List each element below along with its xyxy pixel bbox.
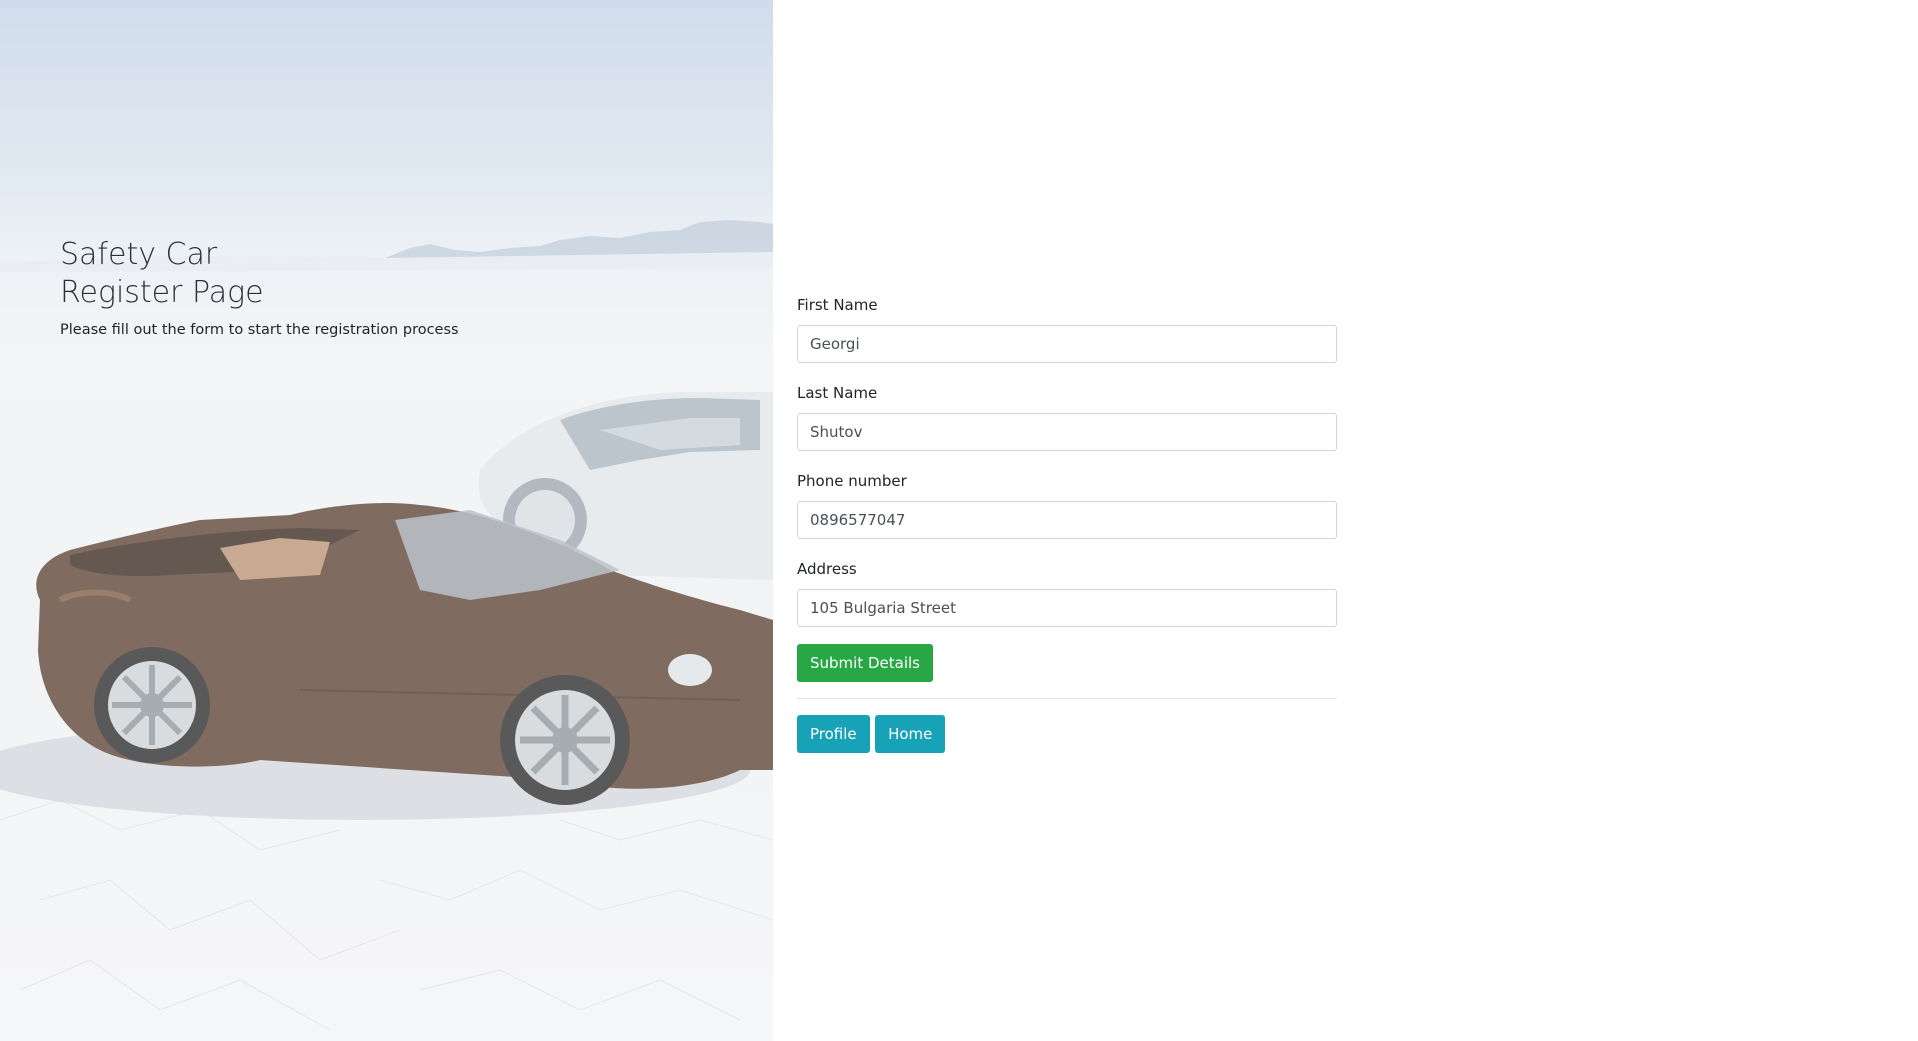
nav-buttons: Profile Home	[797, 715, 1337, 753]
last-name-label: Last Name	[797, 384, 878, 402]
form-divider	[797, 698, 1337, 699]
hero-text: Safety Car Register Page Please fill out…	[60, 236, 459, 340]
first-name-group: First Name	[797, 295, 1337, 363]
title-line-2: Register Page	[60, 275, 264, 310]
submit-row: Submit Details	[797, 644, 1337, 682]
submit-details-button[interactable]: Submit Details	[797, 644, 933, 682]
register-page: Safety Car Register Page Please fill out…	[0, 0, 1918, 1041]
title-line-1: Safety Car	[60, 237, 218, 272]
last-name-group: Last Name	[797, 383, 1337, 451]
page-title: Safety Car Register Page	[60, 236, 459, 312]
registration-form: First Name Last Name Phone number Addres…	[797, 295, 1337, 753]
home-button[interactable]: Home	[875, 715, 946, 753]
address-label: Address	[797, 560, 857, 578]
first-name-input[interactable]	[797, 325, 1337, 363]
page-subtitle: Please fill out the form to start the re…	[60, 322, 459, 338]
address-group: Address	[797, 559, 1337, 627]
profile-button[interactable]: Profile	[797, 715, 870, 753]
phone-group: Phone number	[797, 471, 1337, 539]
phone-label: Phone number	[797, 472, 907, 490]
phone-input[interactable]	[797, 501, 1337, 539]
hero-background-image	[0, 0, 773, 1041]
hero-panel: Safety Car Register Page Please fill out…	[0, 0, 773, 1041]
address-input[interactable]	[797, 589, 1337, 627]
last-name-input[interactable]	[797, 413, 1337, 451]
first-name-label: First Name	[797, 296, 878, 314]
